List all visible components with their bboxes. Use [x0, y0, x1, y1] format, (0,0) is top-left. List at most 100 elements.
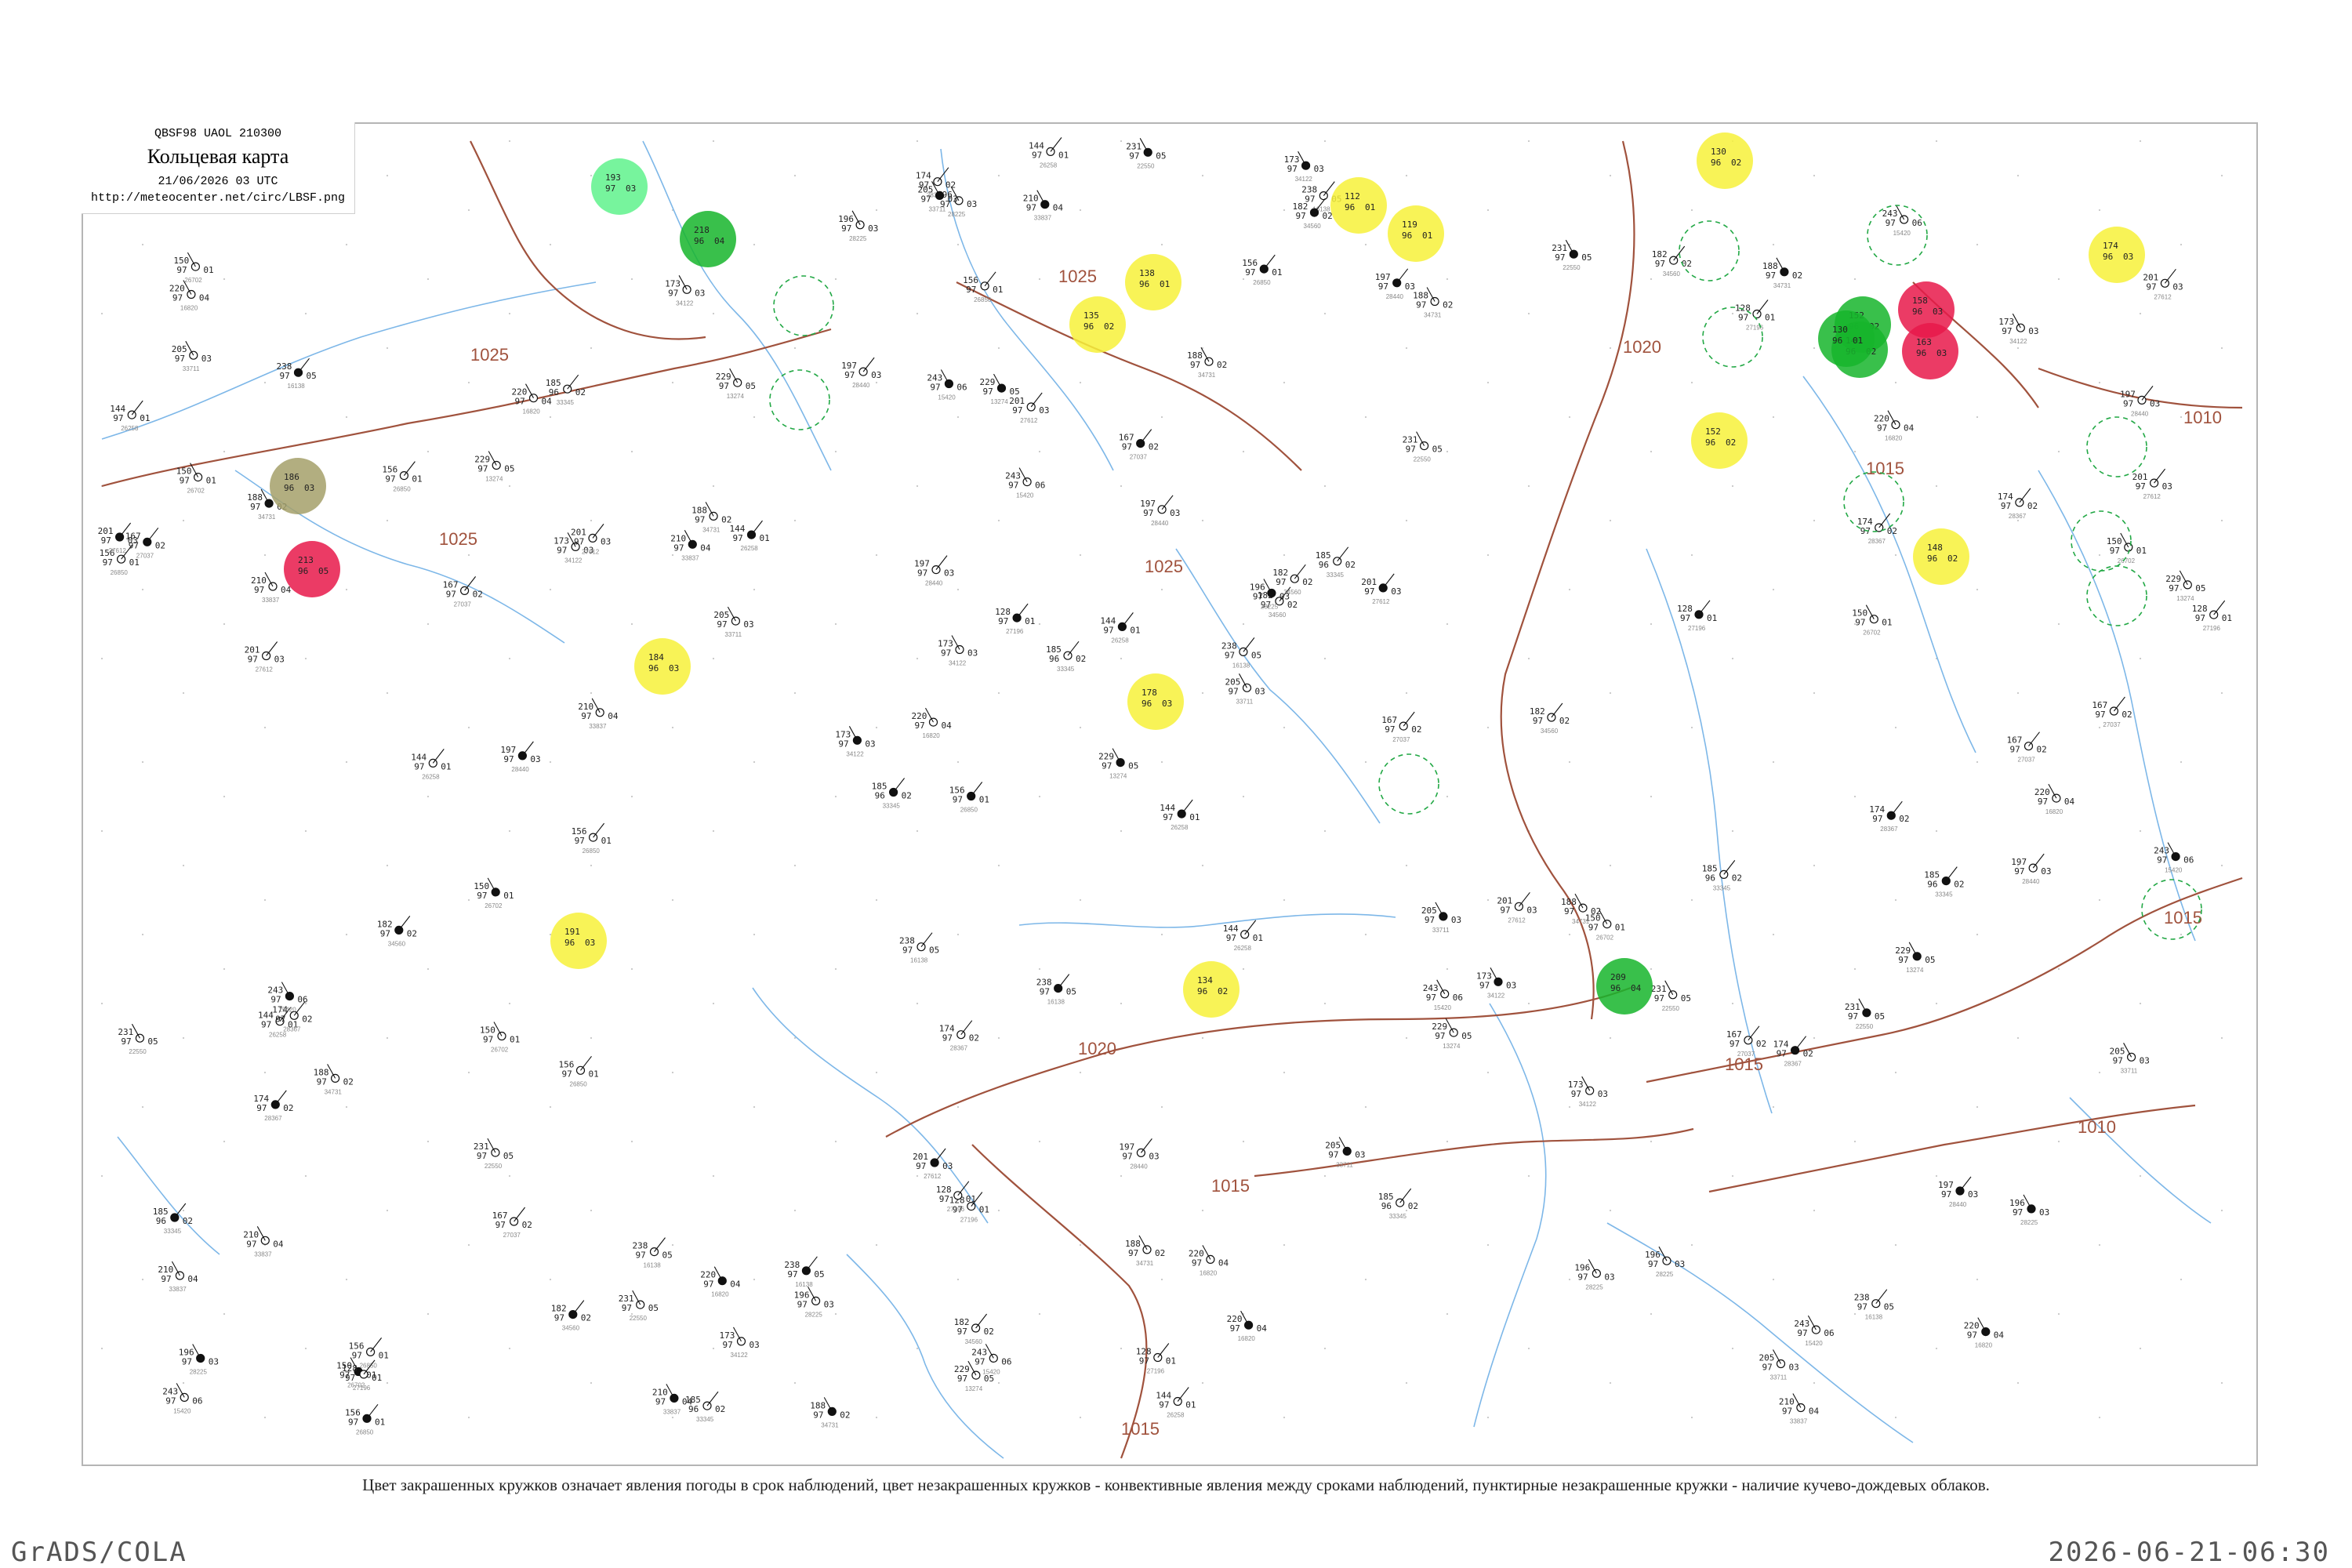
- station-pressure: 97: [1738, 313, 1748, 323]
- station-dewpoint: 02: [2037, 745, 2047, 755]
- station-temperature: 178: [1142, 688, 1157, 698]
- grid-dot: [1120, 657, 1123, 660]
- cumulonimbus-dashed-circle: [773, 275, 834, 336]
- station-pressure: 96: [298, 566, 308, 576]
- station-dewpoint: 01: [1707, 613, 1717, 623]
- station-index: 33345: [1327, 572, 1345, 579]
- grid-dot: [467, 726, 470, 729]
- station-dewpoint: 03: [1604, 1272, 1614, 1282]
- cumulonimbus-dashed-circle: [1679, 220, 1740, 281]
- station-pressure: 97: [902, 946, 913, 956]
- station-index: 34560: [388, 940, 406, 947]
- station-index: 26702: [485, 902, 503, 909]
- station-dewpoint: 03: [1314, 164, 1324, 174]
- station-index: 27037: [2018, 757, 2036, 764]
- grid-dot: [875, 209, 878, 212]
- station-index: 27612: [1020, 417, 1038, 424]
- station-pressure: 97: [1730, 1039, 1740, 1049]
- station-pressure: 97: [668, 288, 678, 298]
- weather-circle-rain: 13096 01: [1818, 310, 1875, 367]
- weather-fill: [1330, 177, 1387, 234]
- station-dewpoint: 01: [589, 1069, 599, 1079]
- station-index: 27196: [1147, 1368, 1165, 1375]
- grid-dot: [1486, 898, 1490, 902]
- station-index: 34731: [1773, 282, 1791, 289]
- station-pressure: 97: [1230, 1323, 1240, 1334]
- station-temperature: 218: [694, 225, 710, 235]
- grid-dot: [386, 1381, 389, 1385]
- grid-dot: [549, 1278, 552, 1281]
- station-pressure: 97: [477, 464, 488, 474]
- grid-dot: [712, 1174, 715, 1178]
- grid-dot: [1201, 691, 1204, 695]
- station-dewpoint: 03: [530, 754, 540, 764]
- station-model: 14497 0126258: [1223, 920, 1263, 952]
- station-model: 15097 0126702: [173, 252, 214, 284]
- station-dewpoint: 01: [1615, 923, 1625, 933]
- station-dewpoint: 06: [1001, 1356, 1011, 1367]
- cumulonimbus-dashed-circle: [2086, 416, 2147, 477]
- station-model: 15697 0126850: [572, 822, 612, 855]
- station-index: 33837: [1034, 215, 1052, 222]
- station-dewpoint: 01: [140, 413, 150, 423]
- station-model: 15697 0126850: [963, 271, 1003, 303]
- isobar-label: 1020: [1078, 1039, 1116, 1058]
- station-model: 238970516138: [1221, 637, 1261, 669]
- station-pressure: 97: [1225, 650, 1235, 660]
- map-url[interactable]: http://meteocenter.net/circ/LBSF.png: [82, 191, 354, 205]
- grid-dot: [1486, 381, 1490, 384]
- station-pressure: 97: [1253, 592, 1263, 602]
- station-model: 12897 0127196: [1735, 299, 1775, 332]
- station-index: 27612: [2143, 493, 2161, 500]
- station-pressure: 97: [1122, 1151, 1132, 1161]
- grid-dot: [182, 519, 185, 522]
- weather-circle-shower: 15296 02: [1691, 412, 1748, 469]
- station-pressure: 97: [483, 1035, 493, 1045]
- station-model: 24397 0615420: [1005, 467, 1045, 499]
- station-index: 28225: [190, 1369, 208, 1376]
- software-label: GrADS/COLA: [11, 1537, 187, 1568]
- grid-dot: [1976, 760, 1979, 764]
- grid-dot: [141, 933, 144, 936]
- station-pressure: 97: [2002, 326, 2012, 336]
- grid-dot: [508, 485, 511, 488]
- grid-dot: [467, 1243, 470, 1247]
- grid-dot: [1813, 691, 1816, 695]
- station-model: 14497 0126258: [1100, 612, 1141, 644]
- grid-dot: [1731, 657, 1734, 660]
- station-dewpoint: 05: [2195, 583, 2205, 593]
- station-dewpoint: 05: [1681, 993, 1691, 1004]
- grid-dot: [1079, 1071, 1082, 1074]
- weather-fill: [1596, 958, 1653, 1014]
- weather-circle-haze: 18696 03: [270, 458, 326, 514]
- station-pressure: 97: [1500, 905, 1510, 915]
- station-pressure: 97: [723, 1340, 733, 1350]
- grid-dot: [875, 381, 878, 384]
- station-dewpoint: 05: [147, 1036, 158, 1047]
- station-index: 26258: [1171, 824, 1189, 831]
- weather-fill: [550, 913, 607, 969]
- grid-dot: [1283, 381, 1286, 384]
- station-pressure: 97: [270, 995, 281, 1005]
- weather-circle-fog_light: 19397 03: [591, 158, 648, 215]
- weather-circle-shower: 11296 01: [1330, 177, 1387, 234]
- station-index: 34731: [1424, 312, 1442, 319]
- station-pressure: 96: [1927, 554, 1937, 564]
- station-model: 22997 0513274: [1895, 942, 1935, 974]
- station-pressure: 97: [2010, 745, 2020, 755]
- grid-dot: [1283, 1243, 1286, 1247]
- grid-dot: [630, 622, 633, 626]
- station-dewpoint: 02: [1803, 1049, 1813, 1059]
- station-temperature: 191: [564, 927, 580, 937]
- station-pressure: 97: [1857, 1302, 1867, 1312]
- station-dewpoint: 03: [1598, 1089, 1608, 1099]
- station-dewpoint: 02: [2122, 710, 2132, 720]
- grid-dot: [263, 1416, 267, 1419]
- grid-dot: [875, 554, 878, 557]
- station-pressure: 97: [348, 1417, 358, 1427]
- grid-dot: [671, 554, 674, 557]
- grid-dot: [1894, 381, 1897, 384]
- grid-dot: [1038, 278, 1041, 281]
- station-index: 22550: [1563, 264, 1581, 271]
- station-pressure: 97: [1226, 933, 1236, 943]
